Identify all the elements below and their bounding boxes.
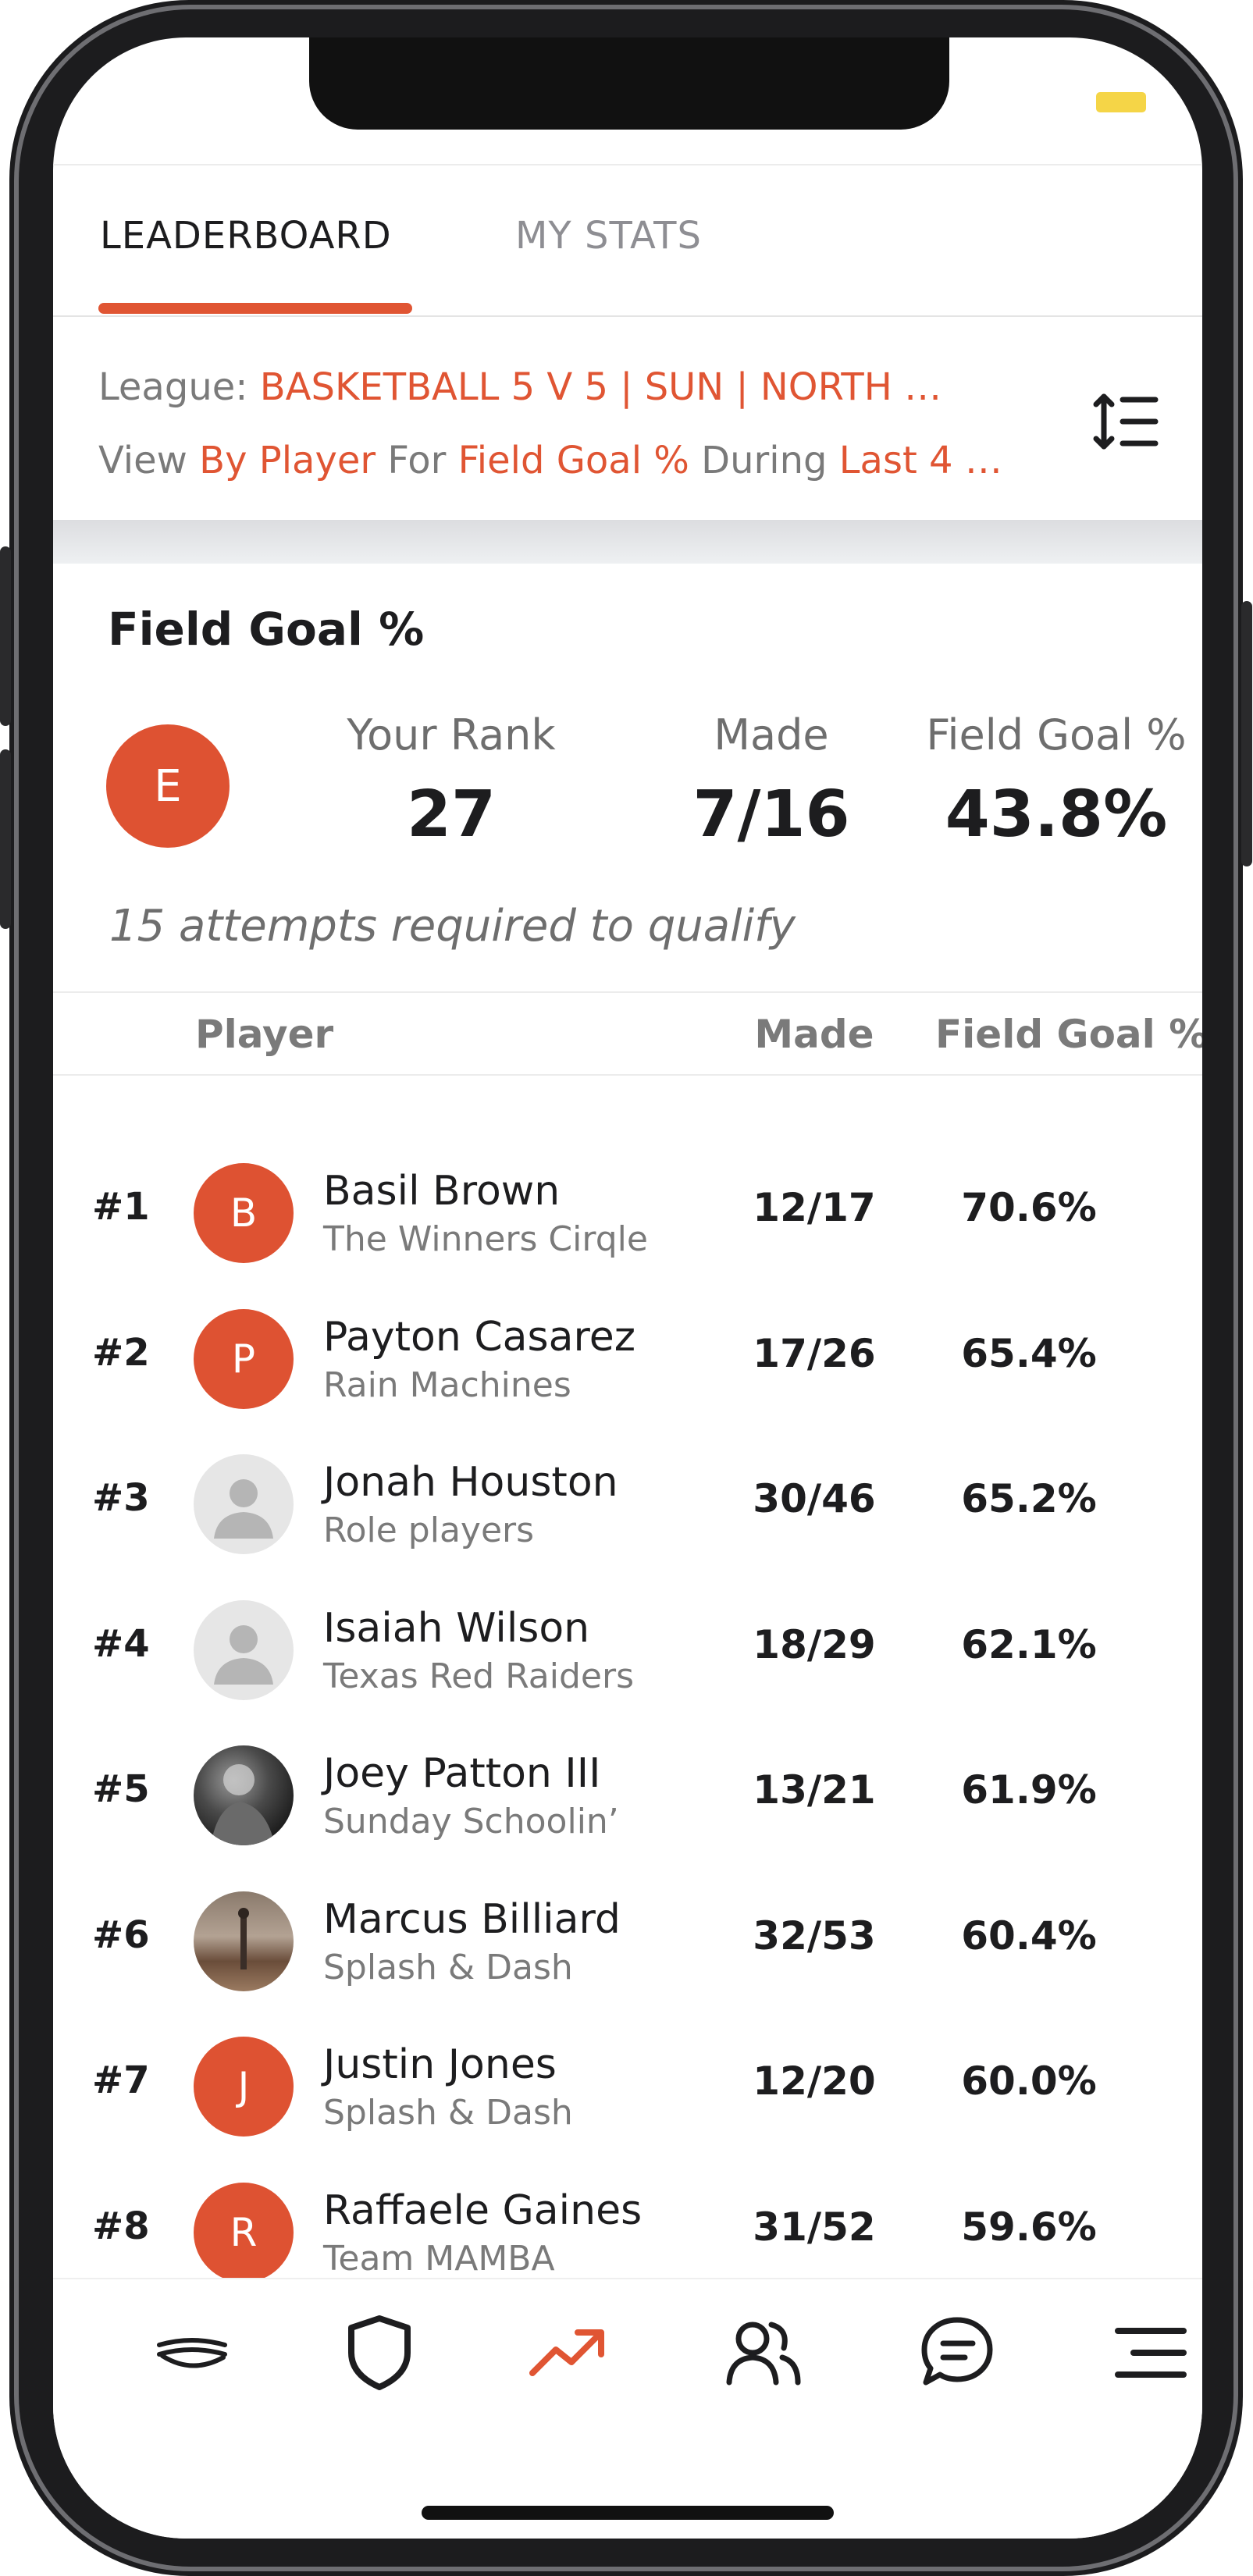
- your-rank-label: Your Rank: [347, 710, 556, 760]
- made-cell: 17/26: [753, 1330, 876, 1376]
- divider: [53, 315, 1202, 317]
- leaderboard-row[interactable]: #2 P Payton Casarez Rain Machines 17/26 65.4%: [53, 1284, 1202, 1429]
- leaderboard-row[interactable]: #3 Jonah Houston Role players 30/46 65.2%: [53, 1429, 1202, 1574]
- rank: #1: [92, 1185, 150, 1229]
- player-name: Basil Brown: [323, 1168, 561, 1215]
- tab-my-stats[interactable]: MY STATS: [515, 214, 702, 258]
- avatar: B: [194, 1163, 294, 1263]
- app-screen: LEADERBOARD MY STATS League: BASKETBALL …: [53, 37, 1202, 2539]
- field-goal-pct-cell: 59.6%: [961, 2204, 1097, 2250]
- battery-icon: [1096, 92, 1146, 112]
- rank: #2: [92, 1330, 150, 1375]
- column-header-field-goal-pct: Field Goal %: [935, 1012, 1202, 1057]
- field-goal-pct-value: 43.8%: [945, 777, 1168, 852]
- field-goal-pct-cell: 60.4%: [961, 1912, 1097, 1959]
- league-label: League:: [98, 365, 248, 409]
- rank: #3: [92, 1476, 150, 1520]
- league-filter[interactable]: League: BASKETBALL 5 V 5 | SUN | NORTH …: [98, 365, 942, 409]
- player-name: Raffaele Gaines: [323, 2186, 643, 2234]
- view-filter: View By Player For Field Goal % During L…: [98, 439, 1002, 482]
- avatar: P: [194, 1308, 294, 1409]
- during-value[interactable]: Last 4 …: [839, 439, 1002, 482]
- your-rank-value: 27: [406, 777, 497, 852]
- leaderboard-row[interactable]: #5 Joey Patton III Sunday Schoolin’ 13/21 61…: [53, 1720, 1202, 1866]
- player-name: Justin Jones: [323, 2041, 557, 2088]
- qualify-note: 15 attempts required to qualify: [109, 901, 796, 952]
- team-name: Role players: [323, 1510, 535, 1550]
- player-photo: [194, 1891, 294, 1991]
- tab-leaderboard[interactable]: LEADERBOARD: [100, 214, 392, 258]
- made-cell: 30/46: [753, 1476, 876, 1521]
- column-header-made: Made: [754, 1012, 874, 1057]
- rank: #8: [92, 2204, 150, 2248]
- sort-icon[interactable]: [1091, 390, 1160, 454]
- made-label: Made: [714, 710, 829, 760]
- shield-icon[interactable]: [340, 2314, 418, 2392]
- section-separator: [53, 520, 1202, 564]
- menu-icon[interactable]: [1112, 2314, 1190, 2392]
- field-goal-pct-cell: 65.2%: [961, 1476, 1097, 1521]
- made-cell: 12/17: [753, 1185, 876, 1230]
- user-placeholder-icon: [194, 1599, 294, 1700]
- volume-up-button: [0, 546, 11, 726]
- rank: #6: [92, 1912, 150, 1957]
- leaderboard-row[interactable]: #7 J Justin Jones Splash & Dash 12/20 60.0%: [53, 2012, 1202, 2157]
- team-name: The Winners Cirqle: [323, 1219, 648, 1259]
- team-name: Texas Red Raiders: [323, 1656, 634, 1696]
- section-title: Field Goal %: [108, 603, 425, 656]
- leaderboard-row[interactable]: #4 Isaiah Wilson Texas Red Raiders 18/29 62.…: [53, 1575, 1202, 1720]
- divider: [53, 164, 1202, 165]
- avatar: E: [106, 724, 230, 848]
- made-cell: 32/53: [753, 1912, 876, 1959]
- user-placeholder-icon: [194, 1454, 294, 1554]
- team-name: Rain Machines: [323, 1364, 571, 1405]
- leaderboard-row[interactable]: #6 Marcus Billiard Splash & Dash 32/53 60.4%: [53, 1866, 1202, 2012]
- made-value: 7/16: [692, 777, 850, 852]
- for-label: For: [387, 439, 447, 482]
- home-indicator[interactable]: [422, 2506, 834, 2520]
- player-name: Jonah Houston: [323, 1459, 618, 1506]
- field-goal-pct-cell: 62.1%: [961, 1621, 1097, 1667]
- player-name: Payton Casarez: [323, 1313, 636, 1361]
- users-icon[interactable]: [724, 2314, 803, 2392]
- view-label: View: [98, 439, 187, 482]
- rank: #5: [92, 1767, 150, 1811]
- team-name: Sunday Schoolin’: [323, 1802, 619, 1841]
- puck-icon[interactable]: [153, 2314, 231, 2392]
- field-goal-pct-label: Field Goal %: [926, 710, 1187, 760]
- team-name: Splash & Dash: [323, 1947, 573, 1987]
- volume-down-button: [0, 749, 11, 929]
- view-value[interactable]: By Player: [199, 439, 376, 482]
- field-goal-pct-cell: 65.4%: [961, 1330, 1097, 1376]
- field-goal-pct-cell: 60.0%: [961, 2058, 1097, 2104]
- field-goal-pct-cell: 61.9%: [961, 1767, 1097, 1813]
- league-value[interactable]: BASKETBALL 5 V 5 | SUN | NORTH …: [260, 365, 942, 409]
- divider: [53, 1074, 1202, 1076]
- player-photo: [194, 1745, 294, 1845]
- made-cell: 13/21: [753, 1767, 876, 1813]
- stat-value-filter[interactable]: Field Goal %: [458, 439, 689, 482]
- chat-icon[interactable]: [918, 2314, 996, 2392]
- notch: [309, 37, 949, 130]
- trending-up-icon[interactable]: [528, 2314, 606, 2392]
- player-name: Joey Patton III: [323, 1750, 601, 1797]
- active-tab-indicator: [98, 303, 412, 314]
- divider: [53, 991, 1202, 993]
- power-button: [1241, 601, 1252, 866]
- rank: #7: [92, 2058, 150, 2102]
- team-name: Team MAMBA: [323, 2238, 555, 2279]
- avatar: R: [194, 2182, 294, 2282]
- made-cell: 18/29: [753, 1621, 876, 1667]
- player-name: Isaiah Wilson: [323, 1604, 590, 1652]
- field-goal-pct-cell: 70.6%: [961, 1185, 1097, 1230]
- during-label: During: [701, 439, 828, 482]
- made-cell: 12/20: [753, 2058, 876, 2104]
- rank: #4: [92, 1621, 150, 1666]
- team-name: Splash & Dash: [323, 2093, 573, 2133]
- column-header-player: Player: [195, 1012, 334, 1057]
- made-cell: 31/52: [753, 2204, 876, 2250]
- leaderboard-row[interactable]: #1 B Basil Brown The Winners Cirqle 12/17 70.…: [53, 1138, 1202, 1283]
- player-name: Marcus Billiard: [323, 1895, 621, 1943]
- avatar: J: [194, 2037, 294, 2137]
